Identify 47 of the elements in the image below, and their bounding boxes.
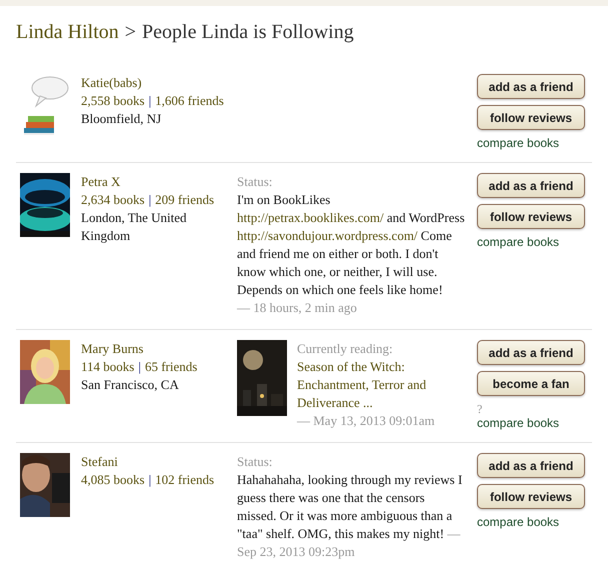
status-link[interactable]: http://savondujour.wordpress.com/	[237, 228, 418, 243]
friends-count-link[interactable]: 1,606 friends	[155, 92, 224, 110]
status-text: I'm on BookLikes http://petrax.booklikes.com/ and WordPress http://savondujour.wordpress.com/ Come and friend me on either or both. I don't know which one, or neither, I will use. Depends on which one feels like home!	[237, 191, 465, 299]
book-title-link[interactable]: Season of the Witch: Enchantment, Terror and Deliverance ...	[297, 358, 465, 412]
compare-books-link[interactable]: compare books	[477, 136, 560, 150]
action-button[interactable]: follow reviews	[477, 105, 585, 130]
action-button[interactable]: follow reviews	[477, 484, 585, 509]
status-time: — 18 hours, 2 min ago	[237, 299, 358, 317]
user-name-link[interactable]: Mary Burns	[81, 340, 237, 358]
dash-separator: —	[447, 526, 460, 541]
status-time: Sep 23, 2013 09:23pm	[237, 543, 356, 561]
action-button[interactable]: add as a friend	[477, 173, 585, 198]
page-title: People Linda is Following	[142, 20, 354, 44]
status-label: Status:	[237, 173, 274, 191]
books-count-link[interactable]: 2,634 books	[81, 191, 145, 209]
compare-books-link[interactable]: compare books	[477, 416, 560, 430]
friends-count-link[interactable]: 102 friends	[155, 471, 214, 489]
compare-books-link[interactable]: compare books	[477, 235, 560, 249]
user-location: San Francisco, CA	[81, 376, 180, 394]
status-link[interactable]: http://petrax.booklikes.com/	[237, 210, 384, 225]
breadcrumb-separator: >	[124, 20, 136, 44]
profile-link[interactable]: Linda Hilton	[16, 20, 119, 44]
friends-count-link[interactable]: 209 friends	[155, 191, 214, 209]
user-location: London, The United Kingdom	[81, 209, 188, 245]
stats-separator: |	[138, 358, 141, 376]
user-name-link[interactable]: Katie(babs)	[81, 74, 237, 92]
stats-separator: |	[148, 471, 152, 489]
stats-separator: |	[148, 92, 152, 110]
action-button[interactable]: add as a friend	[477, 453, 585, 478]
action-button[interactable]: add as a friend	[477, 74, 585, 99]
stats-separator: |	[148, 191, 152, 209]
reading-time: — May 13, 2013 09:01am	[297, 412, 436, 430]
friends-count-link[interactable]: 65 friends	[144, 358, 198, 376]
user-name-link[interactable]: Petra X	[81, 173, 237, 191]
books-count-link[interactable]: 4,085 books	[81, 471, 145, 489]
help-mark: ?	[477, 402, 482, 416]
status-label: Status:	[237, 453, 274, 471]
books-count-link[interactable]: 114 books	[81, 358, 134, 376]
compare-books-link[interactable]: compare books	[477, 515, 560, 529]
user-name-link[interactable]: Stefani	[81, 453, 237, 471]
user-location: Bloomfield, NJ	[81, 110, 162, 128]
action-button[interactable]: follow reviews	[477, 204, 585, 229]
reading-label: Currently reading:	[297, 340, 394, 358]
action-button[interactable]: become a fan	[477, 371, 585, 396]
status-text: Hahahahaha, looking through my reviews I guess there was one that the censors missed. Or it was more ambiguous than a "taa" shelf. OMG, this makes my night! —	[237, 471, 464, 543]
books-count-link[interactable]: 2,558 books	[81, 92, 145, 110]
action-button[interactable]: add as a friend	[477, 340, 585, 365]
